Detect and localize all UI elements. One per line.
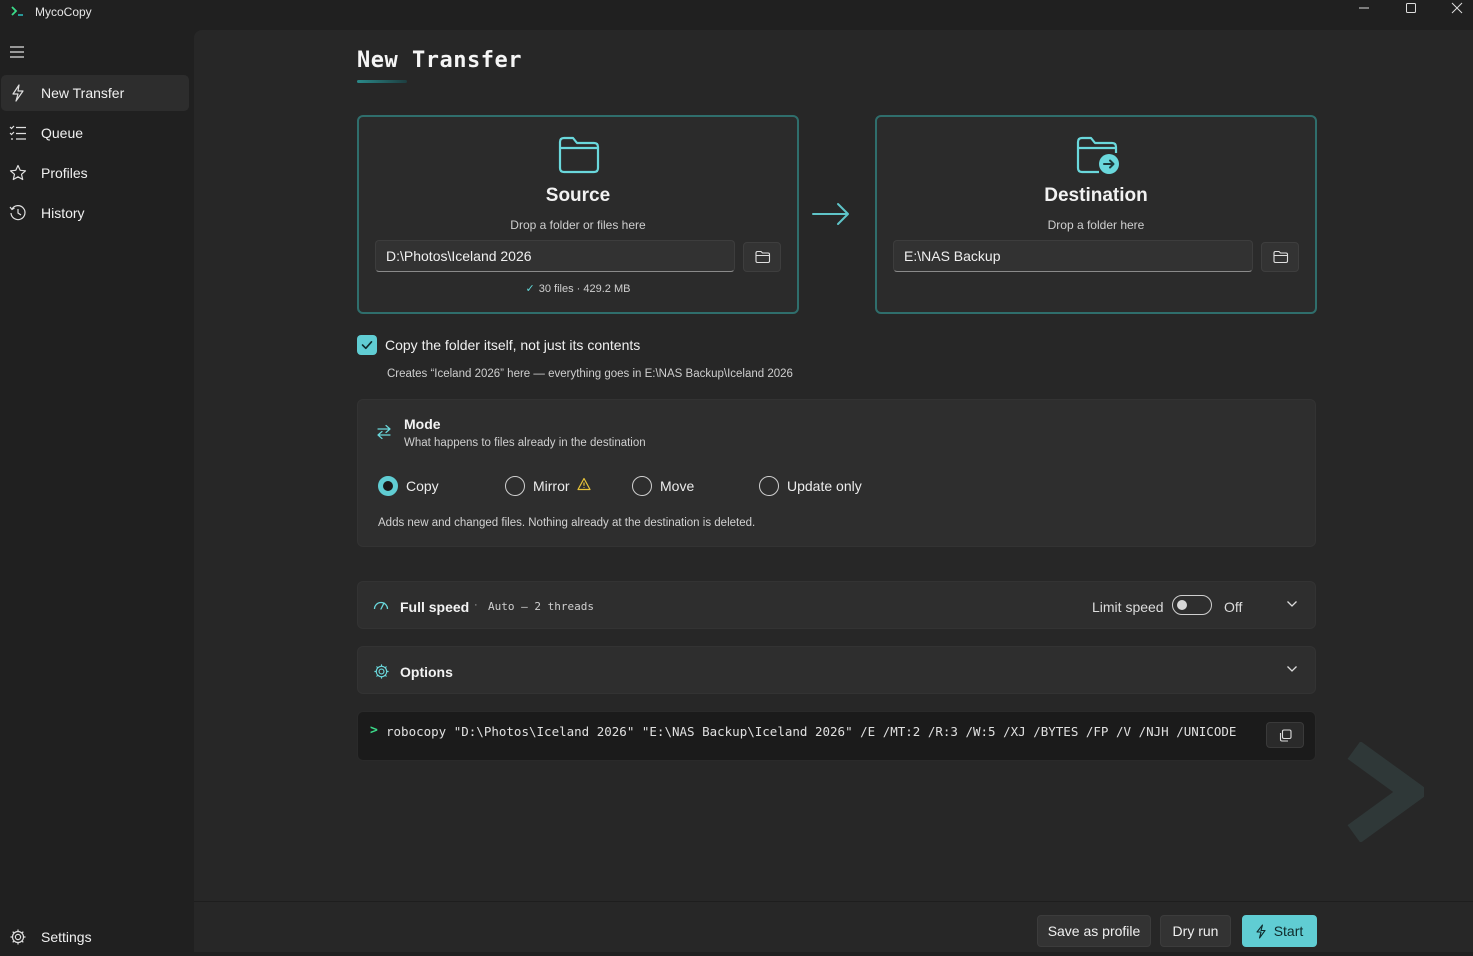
prompt-icon: > [370, 723, 378, 738]
warning-icon [577, 477, 591, 491]
open-folder-icon [755, 250, 771, 264]
command-text: robocopy "D:\Photos\Iceland 2026" "E:\NA… [386, 724, 1237, 739]
star-icon [9, 164, 27, 182]
source-file-stats: ✓ 30 files · 429.2 MB [359, 282, 797, 295]
start-button[interactable]: Start [1242, 915, 1317, 947]
title-bar: MycoCopy [0, 0, 1473, 24]
mode-subtitle: What happens to files already in the des… [404, 437, 646, 449]
sidebar-item-label: Queue [41, 125, 84, 141]
maximize-icon [1406, 3, 1416, 13]
mode-title: Mode [404, 416, 441, 432]
source-stats-text: 30 files · 429.2 MB [538, 283, 631, 295]
command-preview: > robocopy "D:\Photos\Iceland 2026" "E:\… [357, 711, 1316, 761]
gear-icon [373, 663, 390, 680]
minimize-icon [1359, 7, 1369, 9]
limit-speed-toggle[interactable] [1172, 595, 1212, 615]
radio-unselected-icon [759, 476, 779, 496]
watermark-chevron-icon [1344, 742, 1424, 842]
radio-unselected-icon [632, 476, 652, 496]
checklist-icon [9, 124, 27, 142]
options-panel[interactable]: Options [357, 646, 1316, 694]
source-hint: Drop a folder or files here [510, 218, 646, 232]
sidebar-item-settings[interactable]: Settings [1, 920, 189, 956]
mode-panel: Mode What happens to files already in th… [357, 399, 1316, 547]
history-icon [9, 204, 27, 222]
open-folder-icon [1273, 250, 1289, 264]
sidebar: New Transfer Queue Profiles History Sett… [0, 24, 194, 952]
destination-title: Destination [1044, 185, 1148, 206]
gear-icon [9, 928, 27, 946]
radio-unselected-icon [505, 476, 525, 496]
page-title: New Transfer [357, 48, 522, 73]
title-underline [357, 80, 407, 83]
sidebar-item-label: New Transfer [41, 85, 125, 101]
sidebar-item-label: Settings [41, 929, 92, 945]
limit-speed-label: Limit speed [1092, 599, 1164, 615]
options-title: Options [400, 664, 453, 680]
chevron-down-icon[interactable] [1286, 600, 1298, 608]
destination-hint: Drop a folder here [1047, 218, 1145, 232]
copy-folder-checkbox[interactable] [357, 335, 377, 355]
swap-arrows-icon [376, 424, 392, 440]
dry-run-button[interactable]: Dry run [1160, 915, 1231, 947]
close-icon [1451, 2, 1463, 14]
limit-speed-state: Off [1224, 599, 1243, 615]
toggle-knob [1177, 600, 1187, 610]
radio-label: Copy [406, 478, 439, 494]
hamburger-menu-button[interactable] [8, 43, 28, 63]
main-content: New Transfer Source Drop a folder or fil… [194, 30, 1473, 952]
speed-title: Full speed [400, 599, 470, 615]
radio-label: Update only [787, 478, 862, 494]
sidebar-item-history[interactable]: History [1, 195, 189, 231]
sidebar-item-queue[interactable]: Queue [1, 115, 189, 151]
radio-label: Move [660, 478, 695, 494]
sidebar-item-label: Profiles [41, 165, 88, 181]
mode-description: Adds new and changed files. Nothing alre… [378, 517, 756, 529]
speed-detail: Auto — 2 threads [488, 600, 594, 613]
destination-browse-button[interactable] [1261, 242, 1299, 272]
maximize-button[interactable] [1388, 0, 1434, 18]
speed-panel[interactable]: Full speed · Auto — 2 threads Limit spee… [357, 581, 1316, 629]
close-button[interactable] [1434, 0, 1473, 18]
hamburger-icon [10, 46, 24, 58]
copy-folder-hint: Creates “Iceland 2026” here — everything… [387, 368, 793, 380]
check-icon: ✓ [525, 283, 535, 295]
copy-icon [1279, 729, 1292, 742]
source-browse-button[interactable] [743, 242, 781, 272]
folder-icon [557, 135, 601, 175]
footer-bar: Save as profile Dry run Start [194, 901, 1473, 952]
lightning-icon [9, 84, 27, 102]
radio-label: Mirror [533, 478, 570, 494]
chevron-down-icon[interactable] [1286, 665, 1298, 673]
destination-drop-zone[interactable]: Destination Drop a folder here E:\NAS Ba… [875, 115, 1317, 314]
copy-folder-label[interactable]: Copy the folder itself, not just its con… [385, 337, 640, 353]
sidebar-item-label: History [41, 205, 85, 221]
sidebar-item-profiles[interactable]: Profiles [1, 155, 189, 191]
radio-selected-icon [378, 476, 398, 496]
destination-path-input[interactable]: E:\NAS Backup [893, 240, 1253, 272]
minimize-button[interactable] [1341, 0, 1387, 18]
source-drop-zone[interactable]: Source Drop a folder or files here D:\Ph… [357, 115, 799, 314]
checkmark-icon [361, 341, 373, 350]
app-logo-icon [11, 5, 25, 17]
source-path-input[interactable]: D:\Photos\Iceland 2026 [375, 240, 735, 272]
lightning-icon [1256, 924, 1266, 939]
copy-command-button[interactable] [1266, 722, 1304, 748]
speed-separator: · [474, 599, 478, 611]
sidebar-item-new-transfer[interactable]: New Transfer [1, 75, 189, 111]
save-as-profile-button[interactable]: Save as profile [1037, 915, 1151, 947]
source-title: Source [545, 185, 611, 206]
app-title: MycoCopy [35, 5, 92, 19]
arrow-right-icon [810, 201, 852, 227]
speedometer-icon [373, 598, 389, 612]
folder-arrow-icon [1075, 135, 1121, 175]
